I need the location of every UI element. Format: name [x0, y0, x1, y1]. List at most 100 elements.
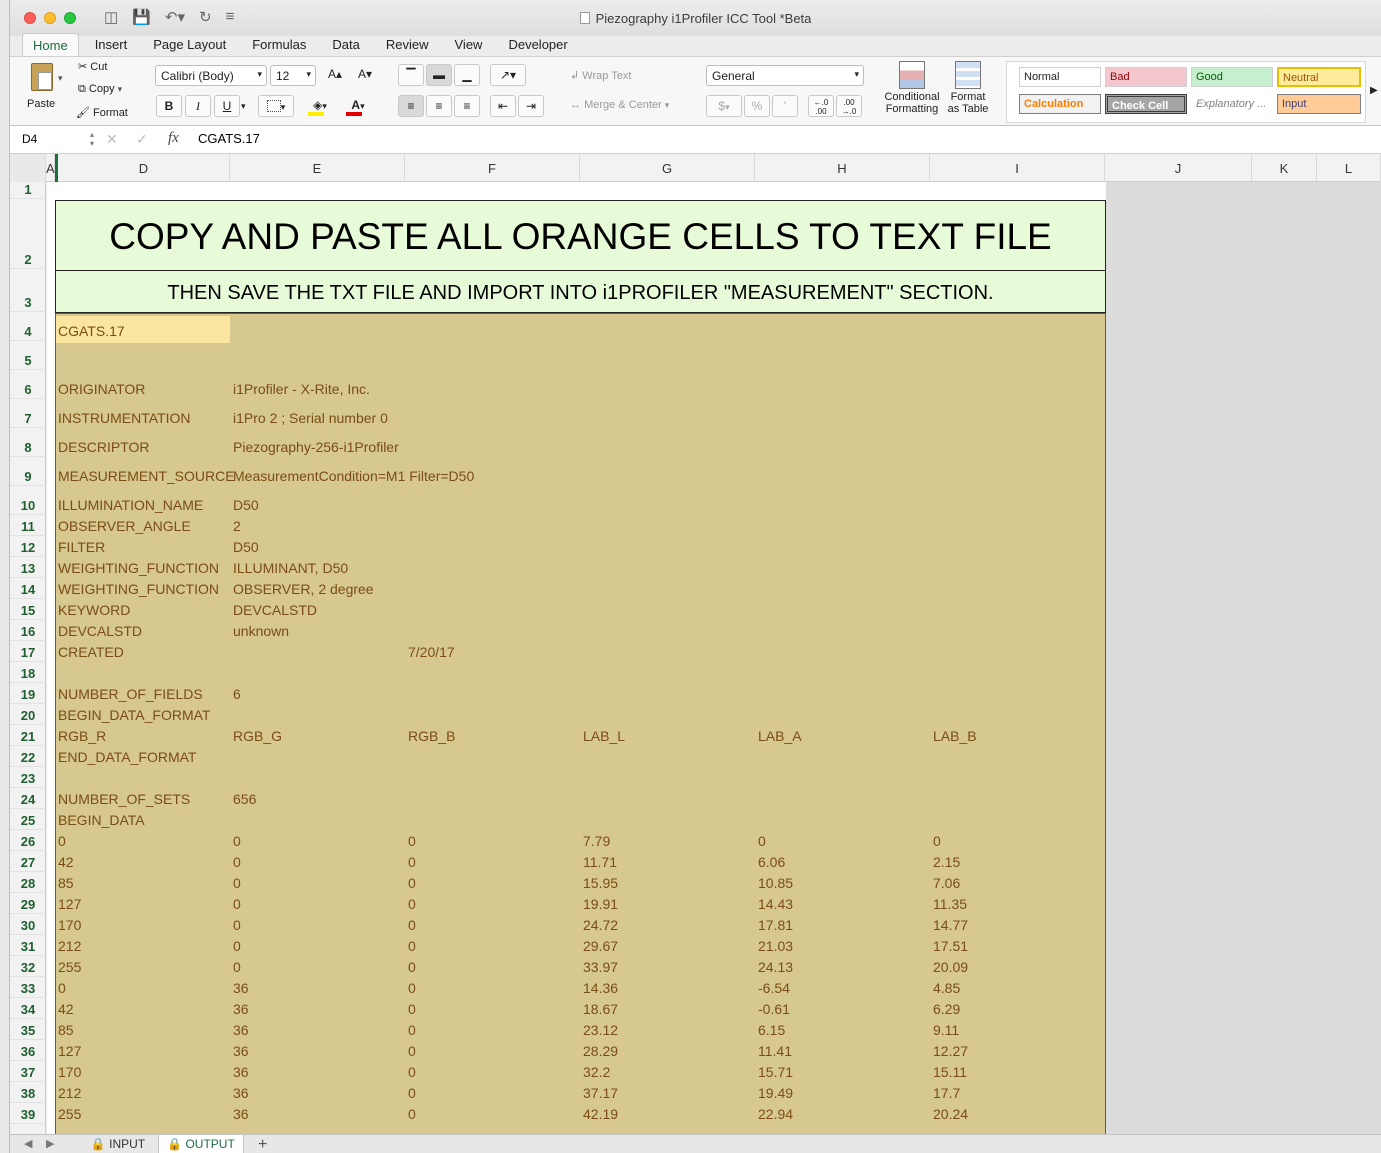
row-header[interactable]: 27: [10, 851, 46, 872]
sheet-cell[interactable]: 6.15: [758, 1022, 785, 1038]
sheet-cell[interactable]: 0: [58, 833, 66, 849]
sheet-cell[interactable]: 0: [408, 959, 416, 975]
row-header[interactable]: 3: [10, 269, 46, 312]
row-header[interactable]: 2: [10, 199, 46, 269]
sheet-cell[interactable]: 7/20/17: [408, 644, 455, 660]
sheet-cell[interactable]: KEYWORD: [58, 602, 130, 618]
decrease-indent-icon[interactable]: ⇤: [490, 95, 516, 117]
column-header-f[interactable]: F: [405, 154, 580, 182]
format-as-table-button[interactable]: Format as Table: [944, 61, 992, 115]
sheet-cell[interactable]: DESCRIPTOR: [58, 439, 150, 455]
increase-font-size-icon[interactable]: A▴: [322, 64, 348, 86]
row-header[interactable]: 38: [10, 1082, 46, 1103]
sheet-cell[interactable]: i1Pro 2 ; Serial number 0: [233, 410, 388, 426]
sheet-cell[interactable]: 0: [233, 959, 241, 975]
sheet-cell[interactable]: DEVCALSTD: [58, 623, 142, 639]
row-header[interactable]: 25: [10, 809, 46, 830]
sheet-cell[interactable]: 36: [233, 1085, 249, 1101]
sheet-cell[interactable]: Piezography-256-i1Profiler: [233, 439, 399, 455]
sheet-cell[interactable]: 170: [58, 1064, 81, 1080]
sheet-cell[interactable]: 36: [233, 980, 249, 996]
sheet-cell[interactable]: 0: [233, 875, 241, 891]
sheet-cell[interactable]: 0: [408, 980, 416, 996]
column-header-e[interactable]: E: [230, 154, 405, 182]
number-format-select[interactable]: General ▾: [706, 65, 864, 86]
sheet-cell[interactable]: 37.17: [583, 1085, 618, 1101]
orientation-icon[interactable]: ↗▾: [490, 64, 526, 86]
sheet-cell[interactable]: 19.49: [758, 1085, 793, 1101]
sheet-cell[interactable]: 212: [58, 1085, 81, 1101]
sheet-tab-output[interactable]: 🔒 OUTPUT: [158, 1135, 244, 1153]
wrap-text-button[interactable]: ↲ Wrap Text: [570, 69, 631, 82]
sheet-cell[interactable]: 22.94: [758, 1106, 793, 1122]
sheet-cell[interactable]: 0: [408, 1043, 416, 1059]
style-normal[interactable]: Normal: [1019, 67, 1101, 87]
sheet-cell[interactable]: 2.15: [933, 854, 960, 870]
tab-view[interactable]: View: [445, 33, 493, 57]
row-header[interactable]: 18: [10, 662, 46, 683]
row-header[interactable]: 39: [10, 1103, 46, 1124]
tab-developer[interactable]: Developer: [498, 33, 577, 57]
sheet-cell[interactable]: 0: [233, 833, 241, 849]
style-explanatory[interactable]: Explanatory ...: [1191, 94, 1273, 114]
row-header[interactable]: 23: [10, 767, 46, 788]
row-header[interactable]: 10: [10, 486, 46, 515]
sheet-cell[interactable]: 0: [233, 854, 241, 870]
style-calculation[interactable]: Calculation: [1019, 94, 1101, 114]
sheet-cell[interactable]: CGATS.17: [58, 323, 125, 339]
format-painter-button[interactable]: 🖌 Format: [76, 106, 128, 119]
sheet-cell[interactable]: 33.97: [583, 959, 618, 975]
italic-button[interactable]: I: [185, 95, 211, 117]
sheet-cell[interactable]: 36: [233, 1001, 249, 1017]
sheet-cell[interactable]: 0: [408, 896, 416, 912]
cut-button[interactable]: ✂ Cut: [78, 60, 107, 73]
sheet-cell[interactable]: 0: [408, 1064, 416, 1080]
sheet-cell[interactable]: BEGIN_DATA: [58, 812, 145, 828]
sheet-cell[interactable]: 0: [58, 980, 66, 996]
sheet-cell[interactable]: INSTRUMENTATION: [58, 410, 190, 426]
align-left-icon[interactable]: ≡: [398, 95, 424, 117]
sheet-cell[interactable]: 85: [58, 875, 74, 891]
sheet-cell[interactable]: WEIGHTING_FUNCTION: [58, 581, 219, 597]
increase-decimal-button[interactable]: ←.0 .00: [808, 95, 834, 117]
enter-icon[interactable]: ✓: [136, 131, 148, 148]
spreadsheet-grid[interactable]: COPY AND PASTE ALL ORANGE CELLS TO TEXT …: [47, 182, 1381, 1134]
sheet-cell[interactable]: 20.24: [933, 1106, 968, 1122]
row-header[interactable]: 26: [10, 830, 46, 851]
sheet-cell[interactable]: LAB_L: [583, 728, 625, 744]
sheet-cell[interactable]: 4.85: [933, 980, 960, 996]
sheet-cell[interactable]: OBSERVER_ANGLE: [58, 518, 191, 534]
sheet-cell[interactable]: RGB_B: [408, 728, 455, 744]
sheet-cell[interactable]: 15.95: [583, 875, 618, 891]
sheet-cell[interactable]: NUMBER_OF_FIELDS: [58, 686, 203, 702]
row-header[interactable]: 28: [10, 872, 46, 893]
fill-color-button[interactable]: ◈ ▾: [302, 95, 338, 117]
insert-function-button[interactable]: fx: [168, 130, 179, 147]
sheet-cell[interactable]: 9.11: [933, 1022, 959, 1038]
sheet-cell[interactable]: 11.71: [583, 854, 617, 870]
sheet-cell[interactable]: 24.13: [758, 959, 793, 975]
sheet-cell[interactable]: 42: [58, 1001, 74, 1017]
row-header[interactable]: 17: [10, 641, 46, 662]
row-header[interactable]: 12: [10, 536, 46, 557]
sheet-cell[interactable]: BEGIN_DATA_FORMAT: [58, 707, 210, 723]
sheet-cell[interactable]: D50: [233, 497, 259, 513]
sheet-cell[interactable]: 0: [408, 1001, 416, 1017]
borders-button[interactable]: ▾: [258, 95, 294, 117]
column-header-g[interactable]: G: [580, 154, 755, 182]
sheet-cell[interactable]: LAB_B: [933, 728, 977, 744]
sheet-cell[interactable]: 18.67: [583, 1001, 618, 1017]
sheet-cell[interactable]: 20.09: [933, 959, 968, 975]
sheet-cell[interactable]: RGB_G: [233, 728, 282, 744]
sheet-cell[interactable]: 14.77: [933, 917, 968, 933]
paste-dropdown-icon[interactable]: ▾: [58, 73, 63, 84]
column-header-k[interactable]: K: [1252, 154, 1317, 182]
sheet-cell[interactable]: 0: [233, 938, 241, 954]
font-size-select[interactable]: 12 ▾: [270, 65, 316, 86]
sheet-cell[interactable]: NUMBER_OF_SETS: [58, 791, 190, 807]
sheet-cell[interactable]: 6.06: [758, 854, 785, 870]
name-box[interactable]: D4 ▴ ▾: [18, 130, 94, 150]
row-header[interactable]: 21: [10, 725, 46, 746]
align-right-icon[interactable]: ≡: [454, 95, 480, 117]
row-header[interactable]: 32: [10, 956, 46, 977]
